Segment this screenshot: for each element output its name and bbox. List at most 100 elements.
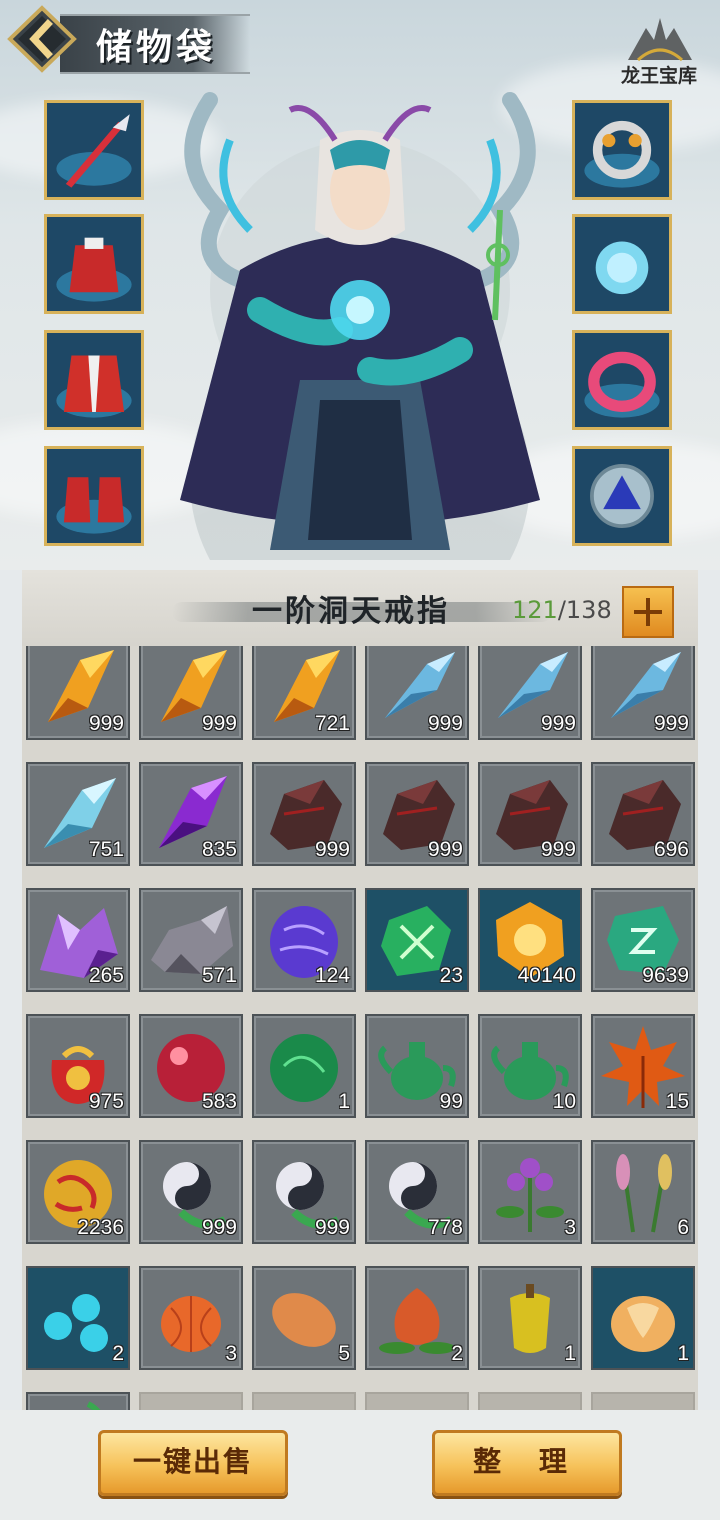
item-slot[interactable]: 99 bbox=[365, 1014, 469, 1118]
dragon-treasury-logo-icon bbox=[628, 18, 692, 62]
expand-capacity-button[interactable] bbox=[622, 586, 674, 638]
item-slot[interactable]: 583 bbox=[139, 1014, 243, 1118]
item-slot[interactable]: 999 bbox=[26, 646, 130, 740]
item-slot[interactable]: 1 bbox=[478, 1266, 582, 1370]
back-button[interactable] bbox=[6, 4, 78, 74]
item-count: 5 bbox=[338, 1342, 350, 1365]
item-slot[interactable]: 721 bbox=[252, 646, 356, 740]
item-count: 2 bbox=[451, 1342, 463, 1365]
item-slot[interactable]: 15 bbox=[591, 1014, 695, 1118]
item-count: 10 bbox=[552, 1090, 576, 1113]
equip-slot-robe[interactable] bbox=[44, 330, 144, 430]
sword-icon bbox=[47, 103, 141, 197]
item-row: 999 999 721 999 999 999 bbox=[26, 646, 696, 742]
item-slot[interactable]: 751 bbox=[26, 762, 130, 866]
equip-slot-bangle[interactable] bbox=[572, 330, 672, 430]
pink-bangle-icon bbox=[575, 333, 669, 427]
item-slot[interactable]: 999 bbox=[591, 646, 695, 740]
item-count: 999 bbox=[540, 838, 576, 861]
back-arrow-icon bbox=[7, 5, 77, 73]
item-slot[interactable]: 999 bbox=[252, 762, 356, 866]
item-count: 583 bbox=[201, 1090, 237, 1113]
gold-ring-icon bbox=[575, 103, 669, 197]
item-count: 9639 bbox=[642, 964, 689, 987]
item-count: 124 bbox=[314, 964, 350, 987]
item-count: 999 bbox=[88, 712, 124, 735]
empty-slot[interactable] bbox=[365, 1392, 469, 1410]
item-count: 696 bbox=[653, 838, 689, 861]
item-slot[interactable]: 124 bbox=[252, 888, 356, 992]
item-slot[interactable]: 1 bbox=[252, 1014, 356, 1118]
item-slot[interactable]: 999 bbox=[365, 646, 469, 740]
equip-slot-boots[interactable] bbox=[44, 446, 144, 546]
item-slot[interactable]: 2 bbox=[26, 1266, 130, 1370]
item-slot[interactable]: 835 bbox=[139, 762, 243, 866]
item-slot[interactable]: 6 bbox=[591, 1140, 695, 1244]
sell-all-button[interactable]: 一键出售 bbox=[98, 1430, 288, 1496]
item-count: 1 bbox=[677, 1342, 689, 1365]
empty-slot[interactable] bbox=[591, 1392, 695, 1410]
item-count: 2 bbox=[112, 1342, 124, 1365]
item-count: 1 bbox=[564, 1342, 576, 1365]
item-count: 3 bbox=[564, 1216, 576, 1239]
item-slot[interactable]: 571 bbox=[139, 888, 243, 992]
item-slot[interactable]: 999 bbox=[139, 1140, 243, 1244]
item-count: 999 bbox=[653, 712, 689, 735]
item-slot[interactable]: 999 bbox=[365, 762, 469, 866]
bottom-bar: 一键出售 整 理 bbox=[0, 1410, 720, 1520]
item-slot[interactable]: 696 bbox=[591, 762, 695, 866]
empty-slot[interactable] bbox=[139, 1392, 243, 1410]
item-count: 721 bbox=[314, 712, 350, 735]
equip-slot-ring1[interactable] bbox=[572, 100, 672, 200]
capacity-total: 138 bbox=[565, 596, 612, 624]
hero-character bbox=[180, 92, 540, 560]
item-slot[interactable]: 9639 bbox=[591, 888, 695, 992]
item-count: 99 bbox=[439, 1090, 463, 1113]
item-count: 15 bbox=[665, 1090, 689, 1113]
item-slot[interactable]: 2 bbox=[365, 1266, 469, 1370]
item-slot[interactable]: 999 bbox=[139, 646, 243, 740]
item-count: 23 bbox=[439, 964, 463, 987]
item-grid-scroll[interactable]: 999 999 721 999 999 999 751 835 999 999 999 696 265 5… bbox=[22, 646, 698, 1410]
boots-icon bbox=[47, 449, 141, 543]
item-count: 999 bbox=[540, 712, 576, 735]
item-count: 265 bbox=[88, 964, 124, 987]
equip-slot-orb[interactable] bbox=[572, 214, 672, 314]
page-title: 储物袋 bbox=[96, 26, 217, 68]
item-count: 571 bbox=[201, 964, 237, 987]
item-slot[interactable]: 975 bbox=[26, 1014, 130, 1118]
item-slot[interactable]: 999 bbox=[478, 646, 582, 740]
empty-slot[interactable] bbox=[252, 1392, 356, 1410]
equip-slot-weapon[interactable] bbox=[44, 100, 144, 200]
item-slot[interactable]: 10 bbox=[478, 1014, 582, 1118]
item-slot[interactable]: 2236 bbox=[26, 1140, 130, 1244]
item-row: 265 571 124 23 40140 9639 bbox=[26, 888, 696, 994]
item-slot[interactable]: 265 bbox=[26, 888, 130, 992]
item-slot[interactable]: 5 bbox=[252, 1266, 356, 1370]
item-slot[interactable]: 23 bbox=[365, 888, 469, 992]
item-slot[interactable]: 3 bbox=[478, 1140, 582, 1244]
character-panel: 储物袋 龙王宝库 bbox=[0, 0, 720, 570]
item-slot[interactable]: 40140 bbox=[478, 888, 582, 992]
green-item-icon bbox=[86, 1401, 101, 1410]
item-slot[interactable]: 999 bbox=[252, 1140, 356, 1244]
orb-ring-icon bbox=[575, 217, 669, 311]
item-slot[interactable]: 778 bbox=[365, 1140, 469, 1244]
equip-slot-amulet[interactable] bbox=[572, 446, 672, 546]
item-row: 975 583 1 99 10 15 bbox=[26, 1014, 696, 1120]
sort-button[interactable]: 整 理 bbox=[432, 1430, 622, 1496]
item-count: 999 bbox=[314, 1216, 350, 1239]
item-row: 2 3 5 2 1 1 bbox=[26, 1266, 696, 1372]
item-slot[interactable] bbox=[26, 1392, 130, 1410]
item-slot[interactable]: 1 bbox=[591, 1266, 695, 1370]
logo[interactable]: 龙王宝库 bbox=[608, 10, 710, 90]
item-slot[interactable]: 3 bbox=[139, 1266, 243, 1370]
equip-slot-armor[interactable] bbox=[44, 214, 144, 314]
item-count: 999 bbox=[314, 838, 350, 861]
item-slot[interactable]: 999 bbox=[478, 762, 582, 866]
item-count: 1 bbox=[338, 1090, 350, 1113]
item-count: 778 bbox=[427, 1216, 463, 1239]
logo-text: 龙王宝库 bbox=[620, 65, 697, 87]
empty-slot[interactable] bbox=[478, 1392, 582, 1410]
item-count: 40140 bbox=[517, 964, 576, 987]
